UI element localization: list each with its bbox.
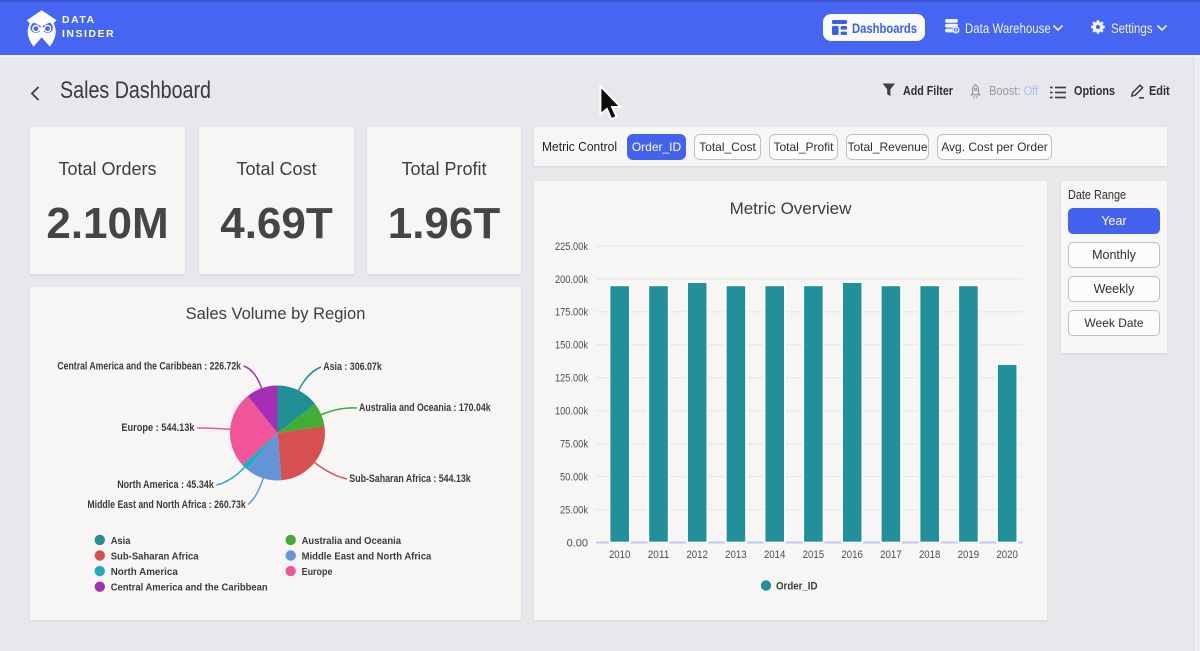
svg-text:2019: 2019: [958, 549, 980, 561]
svg-text:2017: 2017: [880, 549, 902, 561]
svg-text:North America : 45.34k: North America : 45.34k: [117, 479, 214, 491]
svg-text:200.00k: 200.00k: [555, 274, 588, 286]
svg-text:225.00k: 225.00k: [555, 241, 588, 253]
svg-text:125.00k: 125.00k: [555, 373, 588, 385]
svg-text:2016: 2016: [841, 549, 863, 561]
svg-text:25.00k: 25.00k: [560, 504, 588, 516]
svg-text:Central America and the Caribb: Central America and the Caribbean: [111, 582, 268, 594]
svg-text:Sub-Saharan Africa : 544.13k: Sub-Saharan Africa : 544.13k: [349, 473, 471, 485]
svg-text:Central America and the Caribb: Central America and the Caribbean : 226.…: [57, 361, 241, 373]
svg-text:Europe : 544.13k: Europe : 544.13k: [121, 422, 195, 434]
svg-text:2014: 2014: [764, 549, 786, 561]
svg-text:North America: North America: [111, 566, 178, 578]
svg-text:Order_ID: Order_ID: [776, 581, 818, 593]
svg-text:175.00k: 175.00k: [555, 307, 588, 319]
svg-text:Asia: Asia: [111, 535, 131, 547]
svg-text:2011: 2011: [648, 549, 670, 561]
svg-text:75.00k: 75.00k: [560, 439, 588, 451]
svg-text:Middle East and North Africa: Middle East and North Africa: [302, 550, 432, 562]
svg-text:2020: 2020: [996, 549, 1018, 561]
svg-text:2010: 2010: [609, 549, 631, 561]
svg-text:Sub-Saharan Africa: Sub-Saharan Africa: [111, 550, 199, 562]
svg-text:50.00k: 50.00k: [560, 471, 588, 483]
svg-text:150.00k: 150.00k: [555, 340, 588, 352]
svg-text:Europe: Europe: [302, 566, 333, 578]
svg-text:2018: 2018: [919, 549, 941, 561]
svg-text:2013: 2013: [725, 549, 747, 561]
svg-text:Australia and Oceania: Australia and Oceania: [302, 535, 402, 547]
svg-text:Middle East and North Africa :: Middle East and North Africa : 260.73k: [87, 499, 246, 511]
svg-text:0.00: 0.00: [567, 537, 588, 549]
svg-text:100.00k: 100.00k: [555, 406, 588, 418]
svg-text:Asia : 306.07k: Asia : 306.07k: [323, 361, 382, 373]
svg-text:Australia and Oceania : 170.04: Australia and Oceania : 170.04k: [359, 402, 491, 414]
svg-text:2015: 2015: [803, 549, 825, 561]
svg-text:2012: 2012: [686, 549, 708, 561]
